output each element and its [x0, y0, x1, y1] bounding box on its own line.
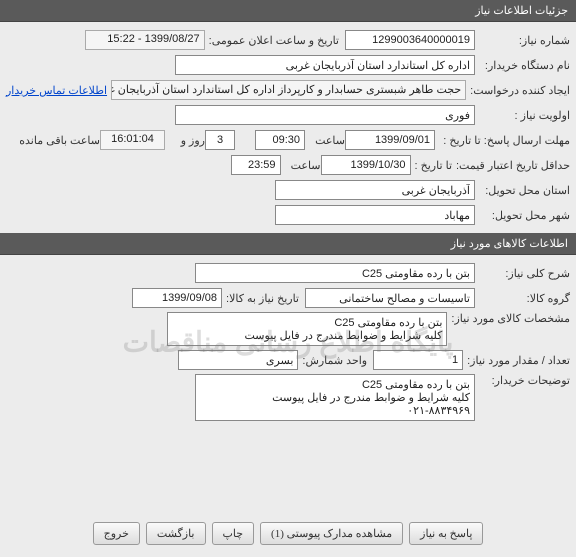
buyer-contact-link[interactable]: اطلاعات تماس خریدار: [6, 84, 107, 97]
creator-value: حجت طاهر شبستری حسابدار و کارپرداز اداره…: [111, 80, 466, 100]
deadline-label: مهلت ارسال پاسخ: تا تاریخ :: [435, 134, 570, 147]
deadline-date-field[interactable]: [345, 130, 435, 150]
deadline-time-field[interactable]: [255, 130, 305, 150]
priority-label: اولویت نیاز :: [475, 109, 570, 122]
saat-label-1: ساعت: [305, 134, 345, 147]
bottom-toolbar: پاسخ به نیاز مشاهده مدارک پیوستی (1) چاپ…: [0, 516, 576, 551]
city-field[interactable]: [275, 205, 475, 225]
need-by-field[interactable]: [132, 288, 222, 308]
unit-field[interactable]: [178, 350, 298, 370]
validity-label2: تا تاریخ :: [411, 159, 452, 172]
need-by-label: تاریخ نیاز به کالا:: [222, 292, 299, 305]
validity-label: حداقل تاریخ اعتبار قیمت:: [452, 159, 570, 172]
exit-button[interactable]: خروج: [93, 522, 140, 545]
validity-time-field[interactable]: [231, 155, 281, 175]
validity-date-field[interactable]: [321, 155, 411, 175]
need-number-label: شماره نیاز:: [475, 34, 570, 47]
need-number-field[interactable]: [345, 30, 475, 50]
city-label: شهر محل تحویل:: [475, 209, 570, 222]
buyer-note-field[interactable]: بتن با رده مقاومتی C25 کلیه شرایط و ضواب…: [195, 374, 475, 421]
print-button[interactable]: چاپ: [212, 522, 255, 545]
priority-field[interactable]: [175, 105, 475, 125]
goods-form: پایگاه اطلاع رسانی مناقصات شرح کلی نیاز:…: [0, 255, 576, 428]
buyer-org-field[interactable]: [175, 55, 475, 75]
back-button[interactable]: بازگشت: [146, 522, 206, 545]
buyer-org-label: نام دستگاه خریدار:: [475, 59, 570, 72]
creator-label: ایجاد کننده درخواست:: [466, 84, 570, 97]
qty-label: تعداد / مقدار مورد نیاز:: [463, 354, 570, 367]
need-details-form: شماره نیاز: تاریخ و ساعت اعلان عمومی: 13…: [0, 22, 576, 233]
countdown-value: 16:01:04: [100, 130, 165, 150]
remain-label: ساعت باقی مانده: [15, 134, 100, 147]
desc-label: شرح کلی نیاز:: [475, 267, 570, 280]
province-field[interactable]: [275, 180, 475, 200]
announce-label: تاریخ و ساعت اعلان عمومی:: [205, 34, 339, 47]
buyer-note-label: توضیحات خریدار:: [475, 374, 570, 387]
spec-label: مشخصات کالای مورد نیاز:: [447, 312, 570, 325]
qty-field[interactable]: [373, 350, 463, 370]
announce-value: 1399/08/27 - 15:22: [85, 30, 205, 50]
reply-button[interactable]: پاسخ به نیاز: [409, 522, 483, 545]
section-header-need-details: جزئیات اطلاعات نیاز: [0, 0, 576, 22]
unit-label: واحد شمارش:: [298, 354, 367, 367]
desc-field[interactable]: [195, 263, 475, 283]
group-label: گروه کالا:: [475, 292, 570, 305]
province-label: استان محل تحویل:: [475, 184, 570, 197]
spec-field[interactable]: بتن با رده مقاومتی C25 کلیه شرایط و ضواب…: [167, 312, 447, 346]
saat-label-2: ساعت: [281, 159, 321, 172]
group-field[interactable]: [305, 288, 475, 308]
section-header-goods: اطلاعات کالاهای مورد نیاز: [0, 233, 576, 255]
days-field[interactable]: [205, 130, 235, 150]
view-attachments-button[interactable]: مشاهده مدارک پیوستی (1): [260, 522, 403, 545]
days-label: روز و: [165, 134, 205, 147]
